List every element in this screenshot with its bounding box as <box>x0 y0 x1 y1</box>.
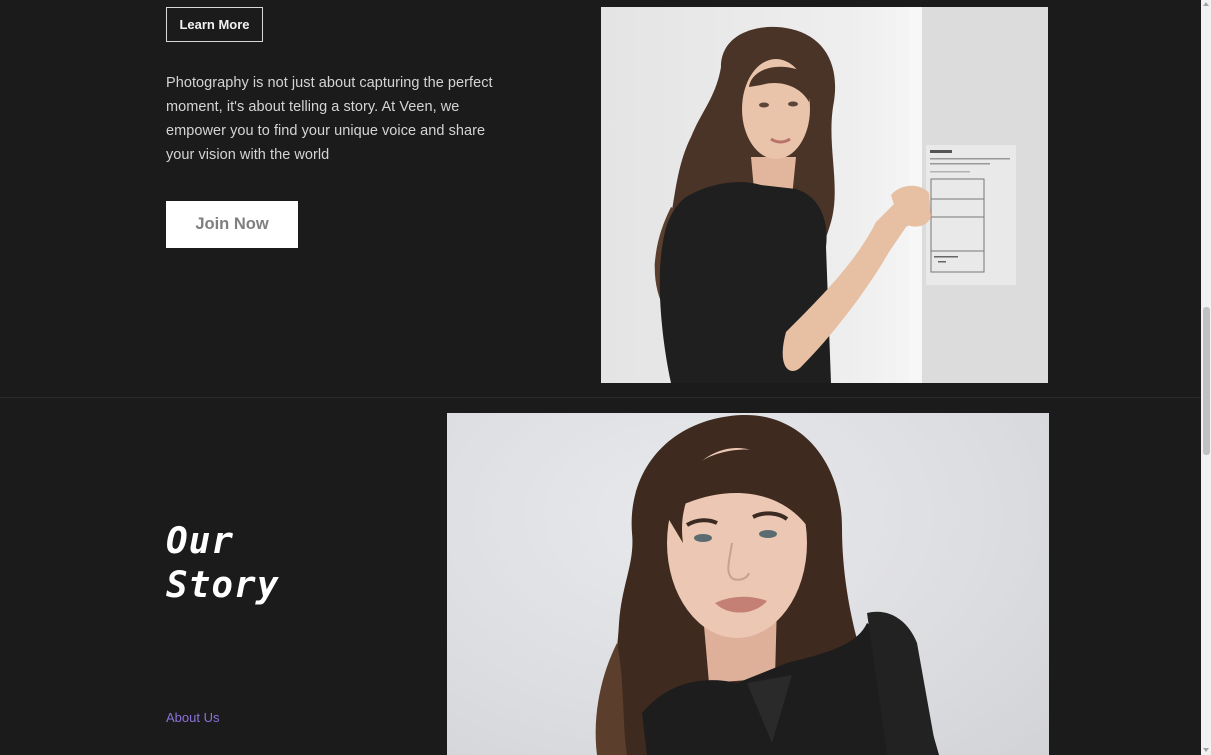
page-viewport: Learn More Photography is not just about… <box>0 0 1201 755</box>
story-heading-line1: Our <box>166 521 235 562</box>
learn-more-button[interactable]: Learn More <box>166 7 263 42</box>
story-heading-line2: Story <box>166 565 280 606</box>
story-photo <box>447 413 1049 755</box>
hero-description: Photography is not just about capturing … <box>166 75 493 163</box>
hero-photo <box>601 7 1048 383</box>
scroll-down-arrow-icon[interactable] <box>1203 748 1209 752</box>
hero-photo-illustration <box>654 7 1048 383</box>
story-photo-illustration <box>595 414 939 755</box>
section-divider <box>0 397 1201 398</box>
about-us-link[interactable]: About Us <box>166 710 219 725</box>
scroll-up-arrow-icon[interactable] <box>1203 2 1209 6</box>
story-heading: Our Story <box>166 520 366 608</box>
scrollbar-thumb[interactable] <box>1203 307 1210 455</box>
join-now-button[interactable]: Join Now <box>166 201 298 248</box>
